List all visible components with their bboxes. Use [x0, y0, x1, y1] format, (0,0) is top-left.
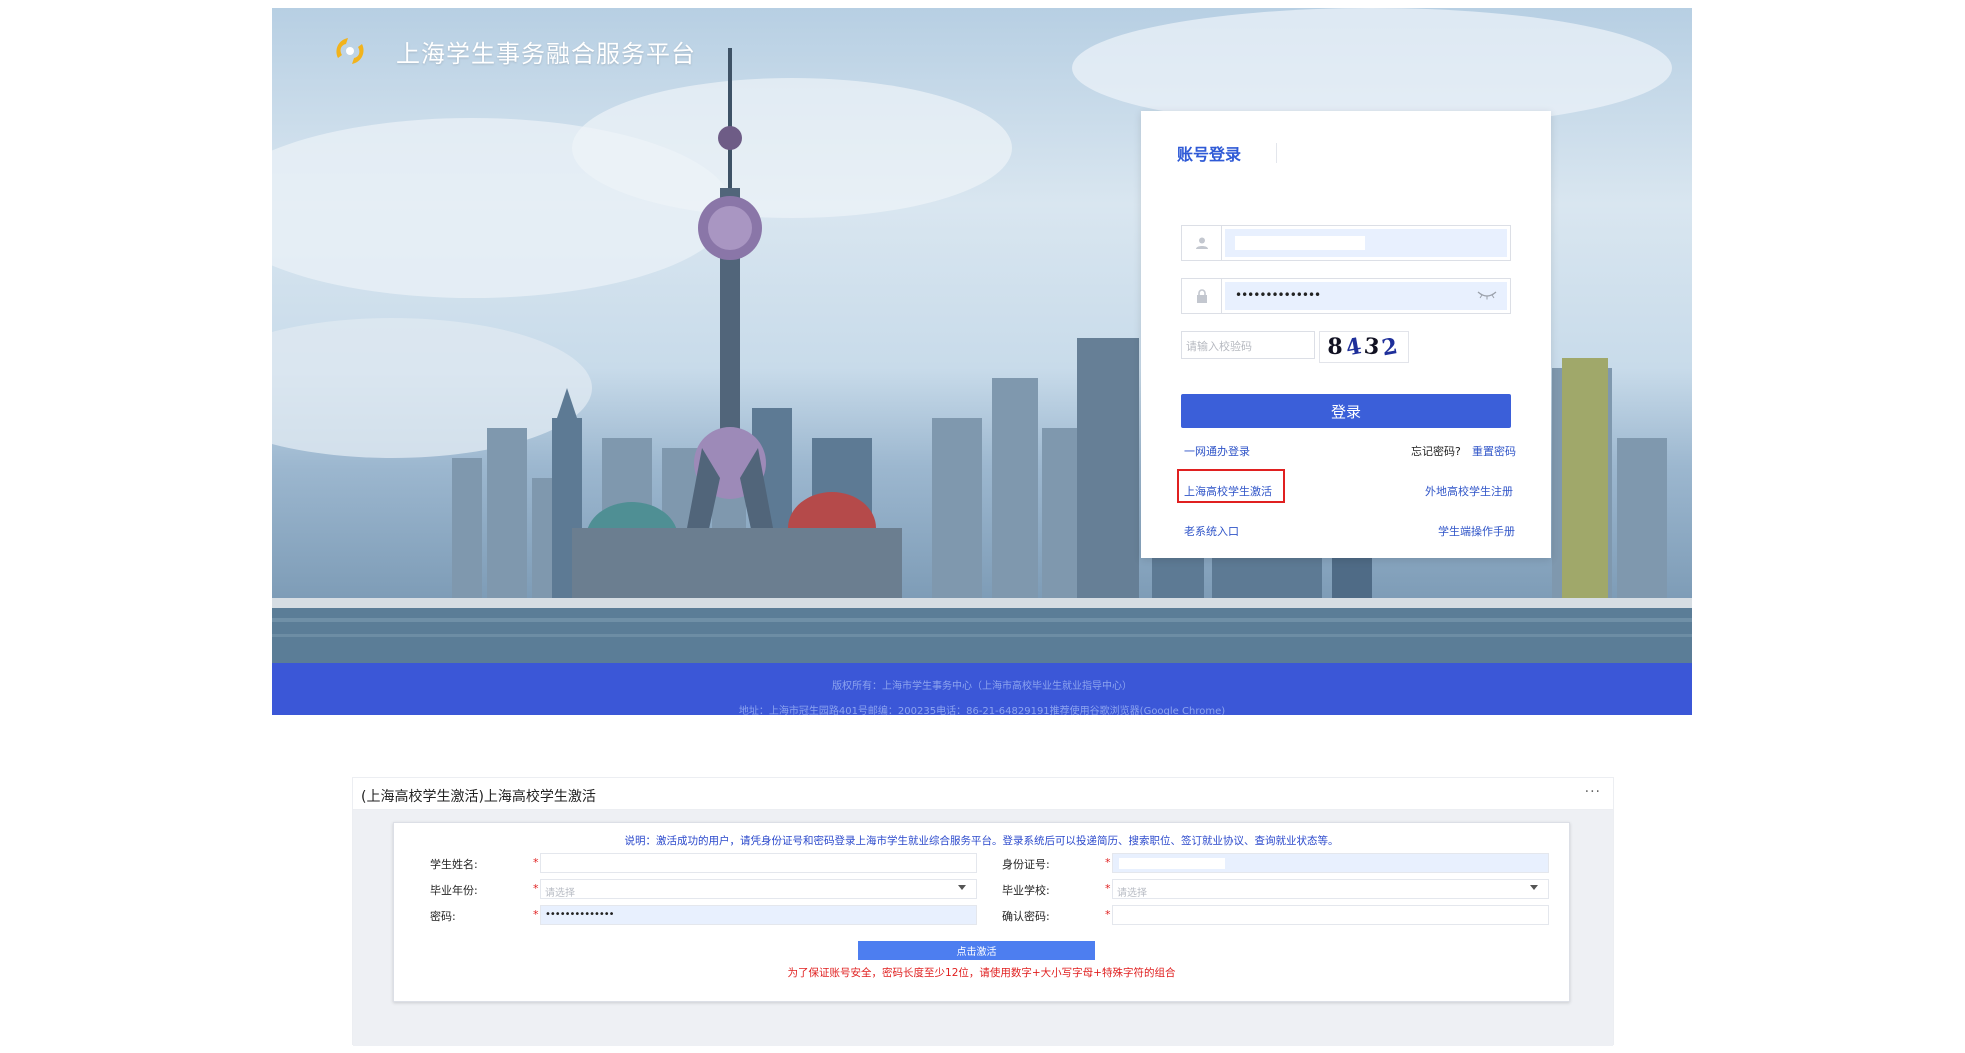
id-number-input[interactable] [1112, 853, 1549, 873]
password-input[interactable]: •••••••••••••• [1225, 282, 1507, 310]
hero-background: 上海学生事务融合服务平台 账号登录 •••••••••••••• 请输入校验码 … [272, 8, 1692, 663]
sh-student-activation-link[interactable]: 上海高校学生激活 [1184, 483, 1272, 499]
grad-school-label: 毕业学校: [1002, 884, 1050, 897]
required-mark: * [533, 908, 539, 921]
chevron-down-icon [958, 885, 966, 890]
password-warning: 为了保证账号安全，密码长度至少12位，请使用数字+大小写字母+特殊字符的组合 [787, 967, 1176, 979]
activation-notice: 说明：激活成功的用户，请凭身份证号和密码登录上海市学生就业综合服务平台。登录系统… [624, 835, 1339, 847]
username-field[interactable] [1181, 225, 1511, 261]
tab-divider [1276, 143, 1277, 163]
nonlocal-register-link[interactable]: 外地高校学生注册 [1425, 483, 1513, 499]
captcha-digit: 8 [1327, 334, 1346, 360]
login-page-screenshot: 上海学生事务融合服务平台 账号登录 •••••••••••••• 请输入校验码 … [272, 8, 1692, 715]
activation-header: (上海高校学生激活)上海高校学生激活 ··· [353, 778, 1613, 810]
login-card: 账号登录 •••••••••••••• 请输入校验码 8 4 3 2 登录 一网… [1141, 111, 1551, 558]
id-number-label: 身份证号: [1002, 858, 1050, 871]
required-mark: * [1105, 882, 1111, 895]
student-name-label: 学生姓名: [430, 858, 478, 871]
grad-year-placeholder: 请选择 [545, 888, 575, 899]
activation-title: (上海高校学生激活)上海高校学生激活 [361, 789, 596, 805]
tab-account-login[interactable]: 账号登录 [1177, 141, 1241, 165]
captcha-digit: 2 [1380, 332, 1403, 362]
old-system-link[interactable]: 老系统入口 [1184, 523, 1239, 539]
activation-page-screenshot: (上海高校学生激活)上海高校学生激活 ··· 说明：激活成功的用户，请凭身份证号… [352, 777, 1614, 1046]
footer-address: 地址：上海市冠生园路401号邮编：200235电话：86-21-64829191… [738, 706, 1226, 715]
activation-password-input[interactable]: •••••••••••••• [540, 905, 977, 925]
brand: 上海学生事务融合服务平台 [330, 32, 696, 70]
confirm-password-input[interactable] [1112, 905, 1549, 925]
required-mark: * [533, 856, 539, 869]
grad-year-select[interactable]: 请选择 [540, 879, 977, 899]
footer-copyright: 版权所有：上海市学生事务中心（上海市高校毕业生就业指导中心） [832, 681, 1132, 692]
student-name-input[interactable] [540, 853, 977, 873]
user-icon [1182, 226, 1222, 260]
activation-form: 说明：激活成功的用户，请凭身份证号和密码登录上海市学生就业综合服务平台。登录系统… [393, 822, 1570, 1002]
username-input[interactable] [1225, 229, 1507, 257]
required-mark: * [1105, 856, 1111, 869]
student-manual-link[interactable]: 学生端操作手册 [1438, 523, 1515, 539]
captcha-image[interactable]: 8 4 3 2 [1319, 331, 1409, 363]
activation-body: 说明：激活成功的用户，请凭身份证号和密码登录上海市学生就业综合服务平台。登录系统… [353, 810, 1613, 1046]
activate-button[interactable]: 点击激活 [858, 941, 1095, 960]
password-mask: •••••••••••••• [1235, 288, 1321, 302]
id-number-redaction [1119, 858, 1225, 869]
forgot-password-label: 忘记密码? [1411, 445, 1461, 458]
lock-icon [1182, 279, 1222, 313]
login-button[interactable]: 登录 [1181, 394, 1511, 428]
chevron-down-icon [1530, 885, 1538, 890]
captcha-input[interactable]: 请输入校验码 [1181, 331, 1315, 359]
eye-closed-icon[interactable] [1477, 290, 1497, 300]
platform-logo-icon [336, 38, 364, 64]
grad-year-label: 毕业年份: [430, 884, 478, 897]
confirm-password-label: 确认密码: [1002, 910, 1050, 923]
grad-school-placeholder: 请选择 [1117, 888, 1147, 899]
password-field[interactable]: •••••••••••••• [1181, 278, 1511, 314]
footer-bar: 版权所有：上海市学生事务中心（上海市高校毕业生就业指导中心） 地址：上海市冠生园… [272, 663, 1692, 715]
username-redaction [1235, 236, 1365, 250]
platform-title: 上海学生事务融合服务平台 [396, 39, 696, 68]
required-mark: * [533, 882, 539, 895]
more-icon[interactable]: ··· [1585, 784, 1601, 800]
reset-password-link[interactable]: 重置密码 [1472, 443, 1516, 459]
grad-school-select[interactable]: 请选择 [1112, 879, 1549, 899]
password-label: 密码: [430, 910, 456, 923]
one-net-login-link[interactable]: 一网通办登录 [1184, 443, 1250, 459]
required-mark: * [1105, 908, 1111, 921]
activation-password-mask: •••••••••••••• [545, 909, 615, 920]
